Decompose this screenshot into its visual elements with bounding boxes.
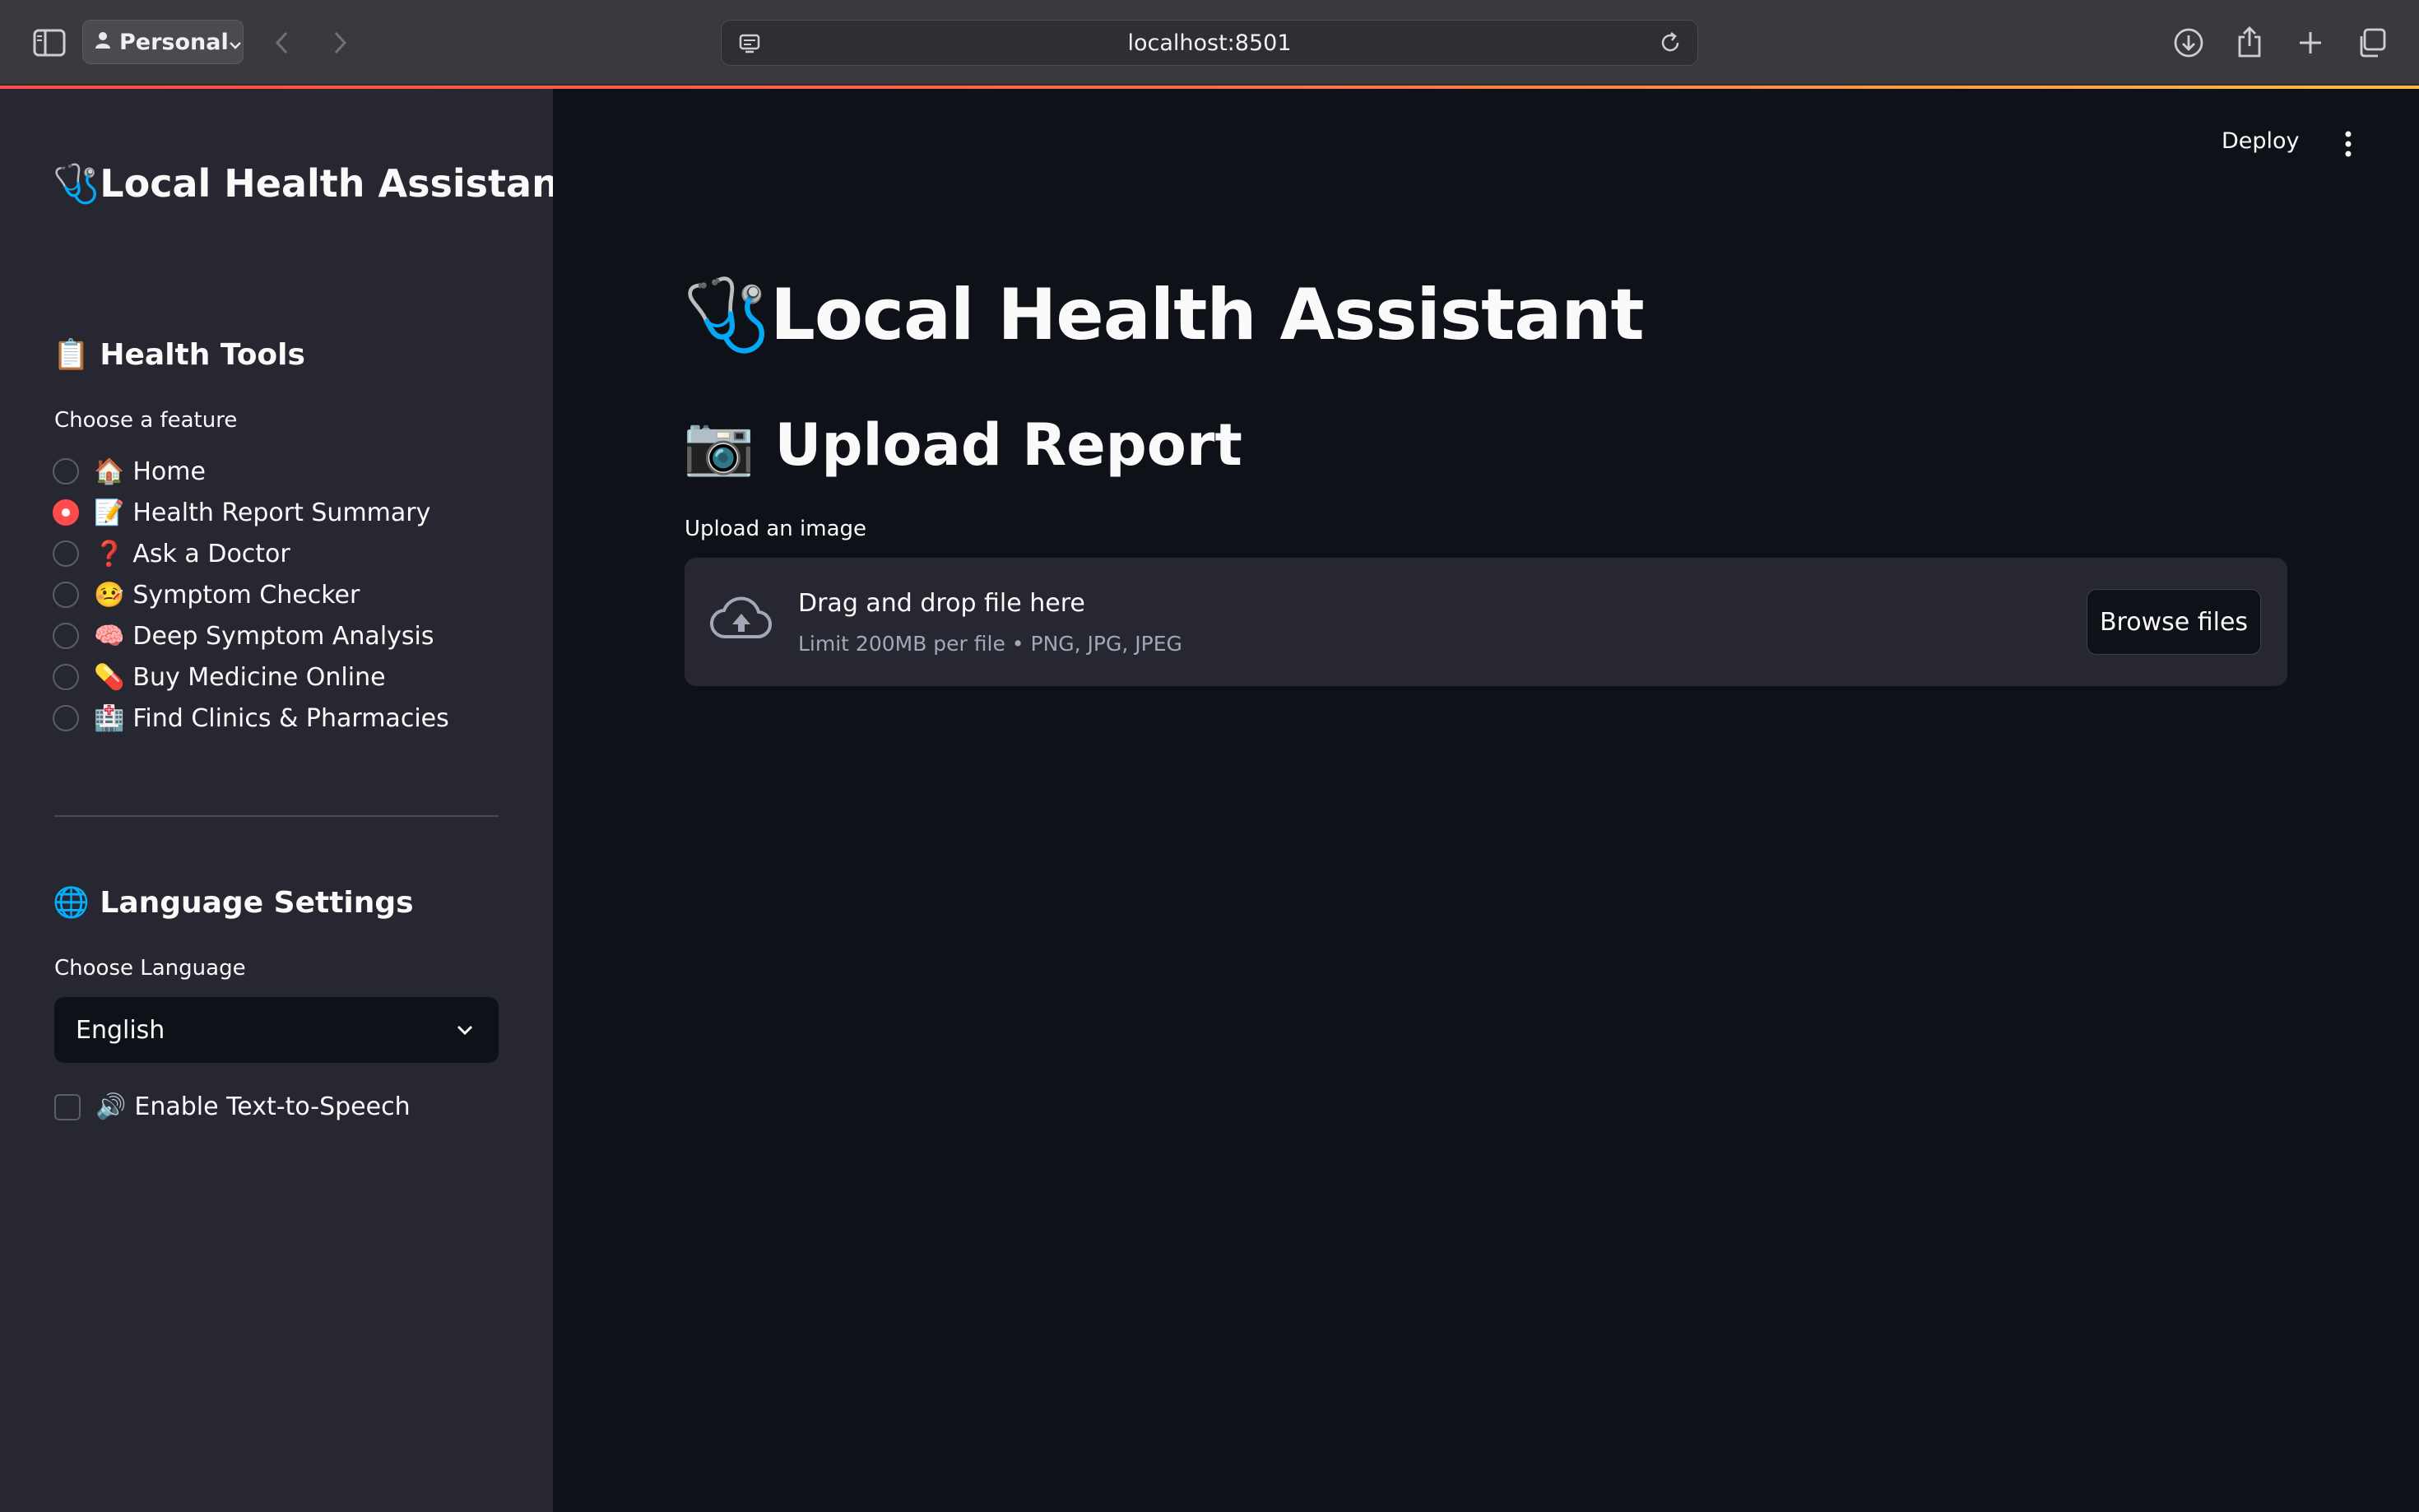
- radio-option-health-report-summary[interactable]: 📝 Health Report Summary: [53, 492, 449, 533]
- person-icon: [95, 30, 111, 55]
- sick-face-icon: 🤒: [94, 580, 125, 610]
- radio-button[interactable]: [53, 705, 79, 731]
- site-settings-icon[interactable]: [738, 32, 761, 61]
- language-select[interactable]: English: [54, 997, 499, 1063]
- radio-option-ask-a-doctor[interactable]: ❓ Ask a Doctor: [53, 533, 449, 574]
- sidebar-divider: [54, 815, 499, 817]
- radio-label: Deep Symptom Analysis: [132, 621, 434, 651]
- profile-button[interactable]: Personal: [82, 20, 244, 64]
- chevron-down-icon: [229, 30, 242, 55]
- tts-label: Enable Text-to-Speech: [134, 1092, 411, 1121]
- tts-checkbox-row[interactable]: 🔊 Enable Text-to-Speech: [54, 1092, 411, 1121]
- radio-label: Ask a Doctor: [132, 539, 290, 568]
- upload-report-heading: 📷 Upload Report: [683, 411, 1242, 480]
- health-tools-heading: 📋 Health Tools: [53, 337, 305, 372]
- main-menu-icon[interactable]: [2342, 130, 2355, 161]
- forward-icon[interactable]: [331, 26, 351, 59]
- sidebar-toggle-icon[interactable]: [31, 26, 67, 59]
- radio-label: Find Clinics & Pharmacies: [132, 703, 449, 733]
- profile-label: Personal: [119, 29, 229, 55]
- language-settings-heading-text: Language Settings: [100, 886, 414, 920]
- pill-icon: 💊: [94, 662, 125, 692]
- tab-overview-icon[interactable]: [2353, 25, 2389, 61]
- camera-icon: 📷: [683, 411, 755, 479]
- radio-button[interactable]: [53, 540, 79, 567]
- upload-report-heading-text: Upload Report: [774, 411, 1242, 479]
- download-icon[interactable]: [2171, 25, 2207, 61]
- tts-checkbox[interactable]: [54, 1093, 81, 1120]
- upload-label: Upload an image: [685, 517, 867, 541]
- page-title-text: Local Health Assistant: [770, 274, 1644, 356]
- hospital-icon: 🏥: [94, 703, 125, 733]
- globe-icon: 🌐: [53, 886, 90, 920]
- house-icon: 🏠: [94, 457, 125, 486]
- memo-icon: 📝: [94, 498, 125, 527]
- feature-radio-group: 🏠 Home 📝 Health Report Summary ❓ Ask a D…: [53, 451, 449, 739]
- radio-option-find-clinics-pharmacies[interactable]: 🏥 Find Clinics & Pharmacies: [53, 698, 449, 739]
- reload-icon[interactable]: [1658, 30, 1683, 61]
- page-title: 🩺Local Health Assistant: [683, 273, 1645, 356]
- radio-option-deep-symptom-analysis[interactable]: 🧠 Deep Symptom Analysis: [53, 615, 449, 656]
- browser-toolbar: Personal localhost:8501: [0, 0, 2419, 86]
- speaker-icon: 🔊: [95, 1092, 127, 1121]
- deploy-button[interactable]: Deploy: [2222, 128, 2300, 154]
- radio-label: Home: [132, 457, 206, 486]
- file-dropzone[interactable]: Drag and drop file here Limit 200MB per …: [685, 558, 2287, 686]
- radio-label: Symptom Checker: [132, 580, 360, 610]
- chevron-down-icon: [454, 1018, 476, 1047]
- new-tab-icon[interactable]: [2292, 25, 2328, 61]
- dropzone-instruction: Drag and drop file here: [798, 589, 1085, 618]
- brain-icon: 🧠: [94, 621, 125, 651]
- radio-label: Buy Medicine Online: [132, 662, 386, 692]
- stethoscope-icon: 🩺: [53, 161, 100, 206]
- language-label: Choose Language: [54, 956, 246, 981]
- share-icon[interactable]: [2231, 23, 2268, 61]
- stethoscope-icon: 🩺: [683, 274, 771, 356]
- language-settings-heading: 🌐 Language Settings: [53, 885, 414, 920]
- health-tools-heading-text: Health Tools: [100, 338, 305, 372]
- sidebar: [0, 89, 553, 1512]
- radio-button[interactable]: [53, 664, 79, 690]
- cloud-upload-icon: [709, 596, 773, 648]
- url-text: localhost:8501: [1127, 30, 1292, 56]
- sidebar-app-title: 🩺Local Health Assistant: [53, 161, 577, 206]
- question-mark-icon: ❓: [94, 539, 125, 568]
- feature-label: Choose a feature: [54, 408, 238, 433]
- dropzone-limits: Limit 200MB per file • PNG, JPG, JPEG: [798, 632, 1182, 656]
- language-select-value: English: [76, 1015, 165, 1045]
- radio-button[interactable]: [53, 623, 79, 649]
- radio-option-home[interactable]: 🏠 Home: [53, 451, 449, 492]
- browse-files-button[interactable]: Browse files: [2087, 589, 2261, 655]
- radio-label: Health Report Summary: [132, 498, 431, 527]
- clipboard-icon: 📋: [53, 338, 90, 372]
- address-bar[interactable]: localhost:8501: [721, 20, 1698, 66]
- radio-button-selected[interactable]: [53, 499, 79, 526]
- radio-option-symptom-checker[interactable]: 🤒 Symptom Checker: [53, 574, 449, 615]
- back-icon[interactable]: [272, 26, 291, 59]
- sidebar-app-title-text: Local Health Assistant: [100, 161, 577, 206]
- radio-button[interactable]: [53, 458, 79, 485]
- radio-button[interactable]: [53, 582, 79, 608]
- radio-option-buy-medicine-online[interactable]: 💊 Buy Medicine Online: [53, 656, 449, 698]
